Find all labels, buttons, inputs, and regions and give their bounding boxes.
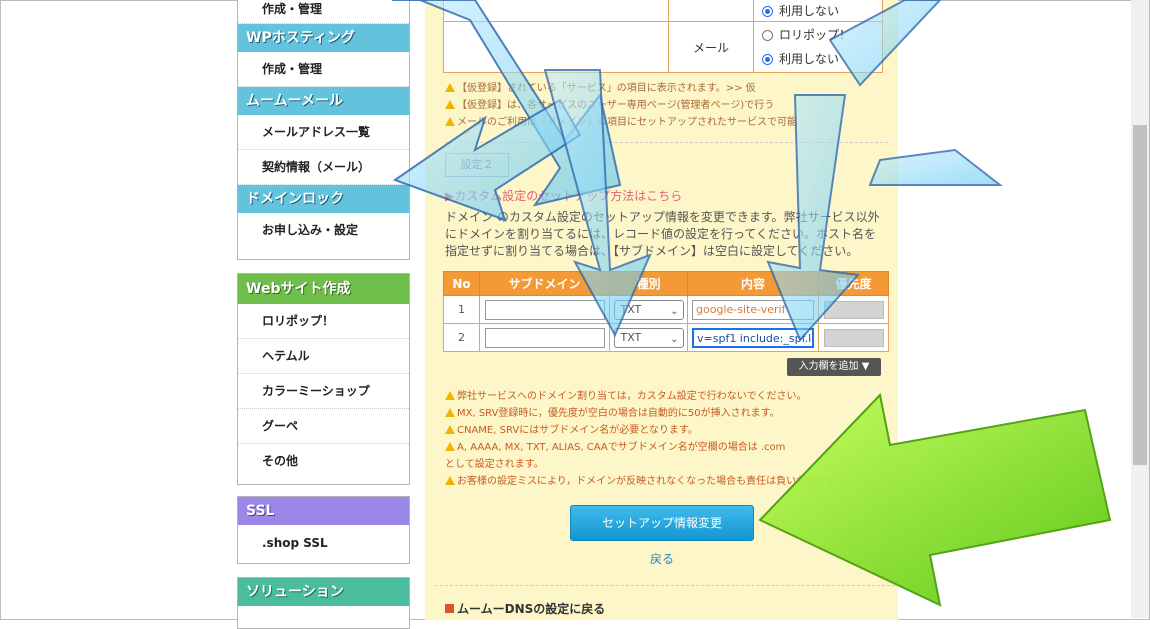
note-2: 【仮登録】は、各サービスのユーザー専用ページ(管理者ページ)で行う: [445, 97, 774, 115]
sidebar-website-block: Webサイト作成 ロリポップ！ ヘテムル カラーミーショップ グーペ その他: [237, 273, 410, 485]
sidebar-item-mail-contract[interactable]: 契約情報（メール）: [238, 150, 409, 185]
content-input[interactable]: google-site-verif: [692, 299, 814, 320]
warning-item: 弊社サービスへのドメイン割り当ては，カスタム設定で行わないでください。: [445, 388, 885, 405]
warning-item: として設定されます。: [445, 459, 544, 470]
subdomain-input[interactable]: [484, 327, 605, 348]
scrollbar-thumb[interactable]: [1133, 125, 1147, 465]
sidebar-domain-block: 作成・管理 WPホスティング 作成・管理 ムームーメール メールアドレス一覧 契…: [237, 0, 410, 260]
row-number: 1: [443, 295, 480, 324]
sidebar-heading-ssl: SSL: [238, 497, 409, 525]
divider: [445, 142, 888, 143]
sidebar-ssl-block: SSL .shop SSL: [237, 496, 410, 564]
sidebar-item-lock-apply[interactable]: お申し込み・設定: [238, 213, 409, 247]
type-select[interactable]: TXT ⌄: [613, 327, 684, 348]
sidebar-solution-block: ソリューション: [237, 577, 410, 629]
sidebar-item-mail-addresses[interactable]: メールアドレス一覧: [238, 115, 409, 150]
table-row: 1 TXT ⌄ google-site-verif: [443, 295, 889, 324]
warnings-list: 弊社サービスへのドメイン割り当ては，カスタム設定で行わないでください。 MX, …: [445, 388, 885, 490]
radio-mail-none-label: 利用しない: [779, 52, 840, 66]
tab-settings-2[interactable]: 設定２: [445, 153, 509, 177]
header-type: 種別: [609, 271, 688, 296]
sidebar-item-colorme[interactable]: カラーミーショップ: [238, 374, 409, 409]
radio-mail-none[interactable]: [762, 54, 773, 65]
sidebar-heading-domain-lock: ドメインロック: [238, 185, 409, 213]
chevron-down-icon: ⌄: [670, 333, 679, 345]
priority-input[interactable]: [823, 328, 884, 347]
back-link[interactable]: 戻る: [650, 550, 674, 567]
table-row: 2 TXT ⌄ v=spf1 include:_spf.l: [443, 323, 889, 352]
note-1: 【仮登録】されている「サービス」の項目に表示されます。>> 仮: [445, 80, 756, 98]
sidebar-item-shop-ssl[interactable]: .shop SSL: [238, 525, 409, 561]
sidebar-item-lolipop[interactable]: ロリポップ！: [238, 304, 409, 339]
sidebar-heading-solution: ソリューション: [238, 578, 409, 606]
radio-top-none[interactable]: [762, 5, 773, 17]
radio-mail-lolipop-label: ロリポップ！: [779, 28, 852, 42]
divider: [435, 585, 895, 586]
radio-mail-lolipop[interactable]: [762, 30, 773, 41]
sidebar-heading-muumuu-mail: ムームーメール: [238, 87, 409, 115]
sidebar-item-goope[interactable]: グーペ: [238, 409, 409, 444]
header-subdomain: サブドメイン: [479, 271, 610, 296]
custom-setup-link[interactable]: ▶カスタム設定のセットアップ方法はこちら: [445, 187, 682, 204]
description-text: ドメイン のカスタム設定のセットアップ情報を変更できます。弊社サービス以外にドメ…: [445, 210, 880, 258]
header-content: 内容: [687, 271, 819, 296]
sidebar-item-wp-create-manage[interactable]: 作成・管理: [238, 52, 409, 87]
warning-item: MX, SRV登録時に，優先度が空白の場合は自動的に50が挿入されます。: [445, 405, 885, 422]
note-3: メールのご利用は「ドメイン」の項目にセットアップされたサービスで可能: [445, 114, 797, 132]
return-dns-link[interactable]: ムームーDNSの設定に戻る: [445, 600, 605, 617]
type-select[interactable]: TXT ⌄: [613, 299, 684, 320]
priority-input[interactable]: [823, 300, 884, 319]
header-priority: 優先度: [818, 271, 889, 296]
radio-top-none-label: 利用しない: [779, 3, 840, 18]
dns-record-table: No サブドメイン 種別 内容 優先度 1 TXT ⌄ google-site-v…: [443, 271, 889, 352]
warning-item: A, AAAA, MX, TXT, ALIAS, CAAでサブドメイン名が空欄の…: [445, 439, 885, 456]
service-table: 利用しない メール ロリポップ！ 利用しない: [443, 0, 883, 73]
content-input[interactable]: v=spf1 include:_spf.l: [692, 327, 814, 348]
sidebar-heading-website: Webサイト作成: [238, 274, 409, 304]
sidebar-item-other[interactable]: その他: [238, 444, 409, 478]
row-number: 2: [443, 323, 480, 352]
setup-change-button[interactable]: セットアップ情報変更: [570, 505, 754, 541]
subdomain-input[interactable]: [484, 299, 605, 320]
mail-label: メール: [668, 21, 754, 73]
sidebar-item-heteml[interactable]: ヘテムル: [238, 339, 409, 374]
add-row-button[interactable]: 入力欄を追加 ▼: [787, 358, 881, 376]
header-no: No: [443, 271, 480, 296]
sidebar-item-create-manage[interactable]: 作成・管理: [238, 0, 409, 24]
warning-item: CNAME, SRVにはサブドメイン名が必要となります。: [445, 422, 885, 439]
warning-item: お客様の設定ミスにより，ドメインが反映されなくなった場合も責任は負いかねます。: [445, 473, 885, 490]
chevron-down-icon: ⌄: [670, 305, 679, 317]
sidebar-heading-wp-hosting: WPホスティング: [238, 24, 409, 52]
